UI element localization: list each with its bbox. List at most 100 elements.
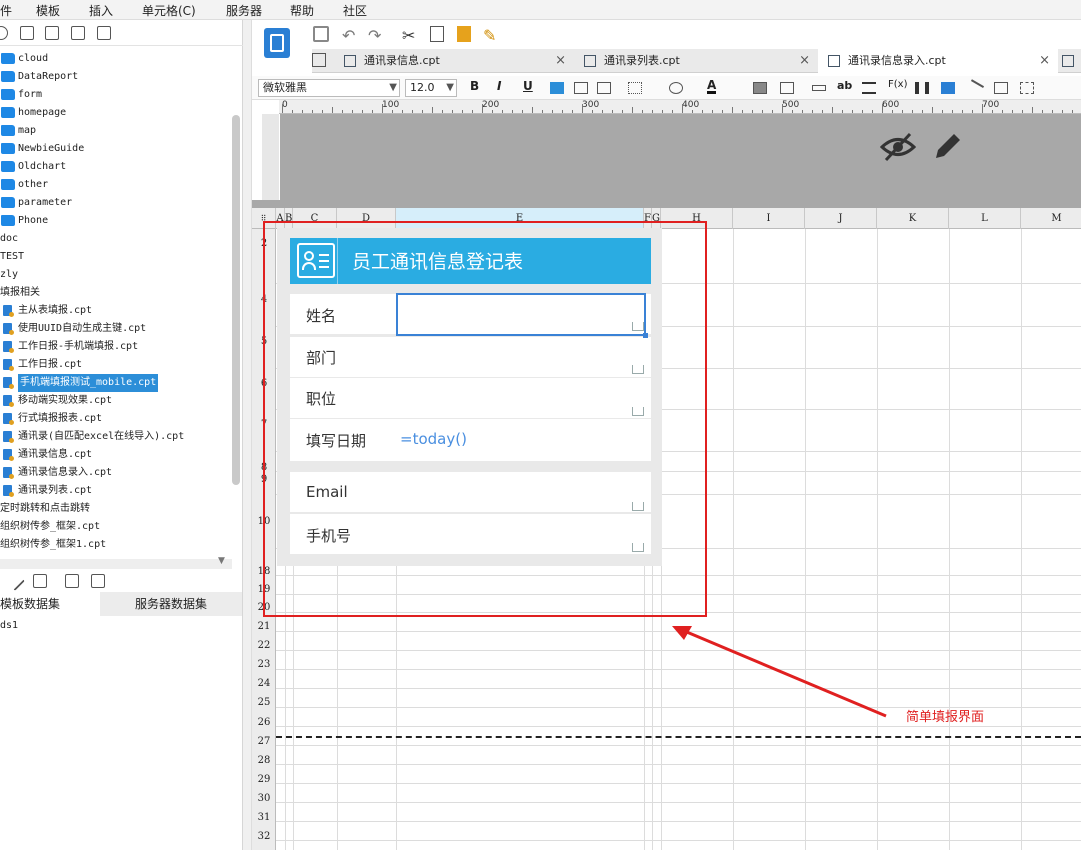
tree-item[interactable]: 行式填报报表.cpt — [0, 410, 232, 428]
paragraph-icon[interactable] — [862, 82, 876, 94]
delete-icon[interactable] — [71, 26, 85, 40]
align-left-icon[interactable] — [550, 82, 564, 94]
paste-icon[interactable] — [457, 26, 471, 42]
align-right-icon[interactable] — [597, 82, 611, 94]
tree-scroll-bottom[interactable]: ▼ — [0, 556, 232, 569]
splitter[interactable] — [243, 20, 252, 850]
image-icon[interactable] — [941, 82, 955, 94]
tree-folder[interactable]: map — [0, 122, 232, 140]
tree-item[interactable]: 移动端实现效果.cpt — [0, 392, 232, 410]
tree-item[interactable]: TEST — [0, 248, 232, 266]
dataset-item[interactable]: ds1 — [0, 620, 18, 631]
tree-item[interactable]: 主从表填报.cpt — [0, 302, 232, 320]
menu-server[interactable]: 服务器 — [226, 2, 262, 19]
tree-item[interactable]: 通讯录列表.cpt — [0, 482, 232, 500]
tree-item[interactable]: 定时跳转和点击跳转 — [0, 500, 232, 518]
menu-help[interactable]: 帮助 — [290, 2, 314, 19]
sub-report-icon[interactable] — [994, 82, 1008, 94]
row-number[interactable]: 30 — [252, 793, 276, 804]
italic-button[interactable]: I — [497, 79, 501, 93]
row-number[interactable]: 24 — [252, 678, 276, 689]
tree-item[interactable]: 通讯录信息.cpt — [0, 446, 232, 464]
tab-contact-entry[interactable]: 通讯录信息录入.cpt × — [818, 49, 1058, 73]
delete-dataset-icon[interactable] — [33, 574, 47, 588]
pencil-icon[interactable] — [932, 130, 962, 162]
tree-item[interactable]: 组织树传参_框架1.cpt — [0, 536, 232, 554]
menu-file[interactable]: 件 — [0, 2, 12, 19]
close-icon[interactable]: × — [1039, 49, 1050, 73]
designer-icon[interactable] — [264, 28, 290, 58]
column-i[interactable]: I — [733, 208, 805, 229]
tab-contact-list[interactable]: 通讯录列表.cpt × — [574, 49, 818, 73]
formula-button[interactable]: F(x) — [888, 79, 907, 90]
tree-folder[interactable]: Phone — [0, 212, 232, 230]
menu-cell[interactable]: 单元格(C) — [142, 2, 196, 19]
row-number[interactable]: 28 — [252, 755, 276, 766]
border-icon[interactable] — [628, 82, 642, 94]
row-number[interactable]: 26 — [252, 717, 276, 728]
tree-folder[interactable]: cloud — [0, 50, 232, 68]
close-icon[interactable]: × — [555, 49, 566, 73]
server-dataset-icon[interactable] — [91, 574, 105, 588]
menu-insert[interactable]: 插入 — [89, 2, 113, 19]
preview-icon[interactable] — [65, 574, 79, 588]
text-cell-button[interactable]: ab — [837, 79, 852, 92]
tree-scrollbar[interactable] — [232, 115, 240, 485]
tab-template-dataset[interactable]: 模板数据集 — [0, 592, 100, 616]
menu-community[interactable]: 社区 — [343, 2, 367, 19]
tree-folder[interactable]: Oldchart — [0, 158, 232, 176]
tree-item[interactable]: 通讯录信息录入.cpt — [0, 464, 232, 482]
row-number[interactable]: 21 — [252, 621, 276, 632]
menu-template[interactable]: 模板 — [36, 2, 60, 19]
column-j[interactable]: J — [805, 208, 877, 229]
tree-item[interactable]: zly — [0, 266, 232, 284]
copy-toolbar-icon[interactable] — [430, 26, 444, 42]
save-icon[interactable] — [313, 26, 329, 42]
row-number[interactable]: 23 — [252, 659, 276, 670]
row-number[interactable]: 25 — [252, 697, 276, 708]
edit-icon[interactable] — [5, 571, 25, 591]
tree-item[interactable]: 工作日报-手机端填报.cpt — [0, 338, 232, 356]
row-number[interactable]: 32 — [252, 831, 276, 842]
unmerge-icon[interactable] — [780, 82, 794, 94]
tree-folder[interactable]: form — [0, 86, 232, 104]
bold-button[interactable]: B — [470, 79, 479, 93]
chart-icon[interactable] — [915, 82, 929, 94]
cut-icon[interactable]: ✂ — [402, 26, 415, 45]
font-color-icon[interactable]: A — [707, 79, 717, 94]
new-folder-icon[interactable] — [20, 26, 34, 40]
tab-server-dataset[interactable]: 服务器数据集 — [100, 592, 242, 616]
copy-icon[interactable] — [97, 26, 111, 40]
underline-button[interactable]: U — [523, 79, 533, 93]
tree-item[interactable]: 使用UUID自动生成主键.cpt — [0, 320, 232, 338]
format-brush-icon[interactable]: ✎ — [483, 26, 496, 45]
row-number[interactable]: 29 — [252, 774, 276, 785]
tree-folder[interactable]: homepage — [0, 104, 232, 122]
tree-item[interactable]: 组织树传参_框架.cpt — [0, 518, 232, 536]
insert-row-icon[interactable] — [812, 85, 826, 91]
scroll-down-icon[interactable]: ▼ — [218, 556, 225, 566]
align-center-icon[interactable] — [574, 82, 588, 94]
settings-icon[interactable] — [45, 26, 59, 40]
tree-folder[interactable]: other — [0, 176, 232, 194]
tree-item[interactable]: 通讯录(自匹配excel在线导入).cpt — [0, 428, 232, 446]
eye-hidden-icon[interactable] — [880, 132, 916, 162]
column-m[interactable]: M — [1021, 208, 1081, 229]
redo-icon[interactable]: ↷ — [368, 26, 381, 45]
undo-icon[interactable]: ↶ — [342, 26, 355, 45]
merge-icon[interactable] — [753, 82, 767, 94]
tab-contact-info[interactable]: 通讯录信息.cpt × — [334, 49, 574, 73]
column-k[interactable]: K — [877, 208, 949, 229]
refresh-icon[interactable] — [0, 26, 8, 40]
slash-icon[interactable] — [965, 79, 985, 97]
row-number[interactable]: 22 — [252, 640, 276, 651]
fill-color-icon[interactable] — [669, 82, 683, 94]
tree-folder[interactable]: NewbieGuide — [0, 140, 232, 158]
tab-overflow[interactable] — [1058, 49, 1081, 73]
tree-item[interactable]: 手机端填报测试_mobile.cpt — [0, 374, 232, 392]
tree-folder[interactable]: parameter — [0, 194, 232, 212]
font-select[interactable]: 微软雅黑 ▼ — [258, 79, 400, 97]
frame-icon[interactable] — [1020, 82, 1034, 94]
font-size-select[interactable]: 12.0 ▼ — [405, 79, 457, 97]
tree-item[interactable]: doc — [0, 230, 232, 248]
